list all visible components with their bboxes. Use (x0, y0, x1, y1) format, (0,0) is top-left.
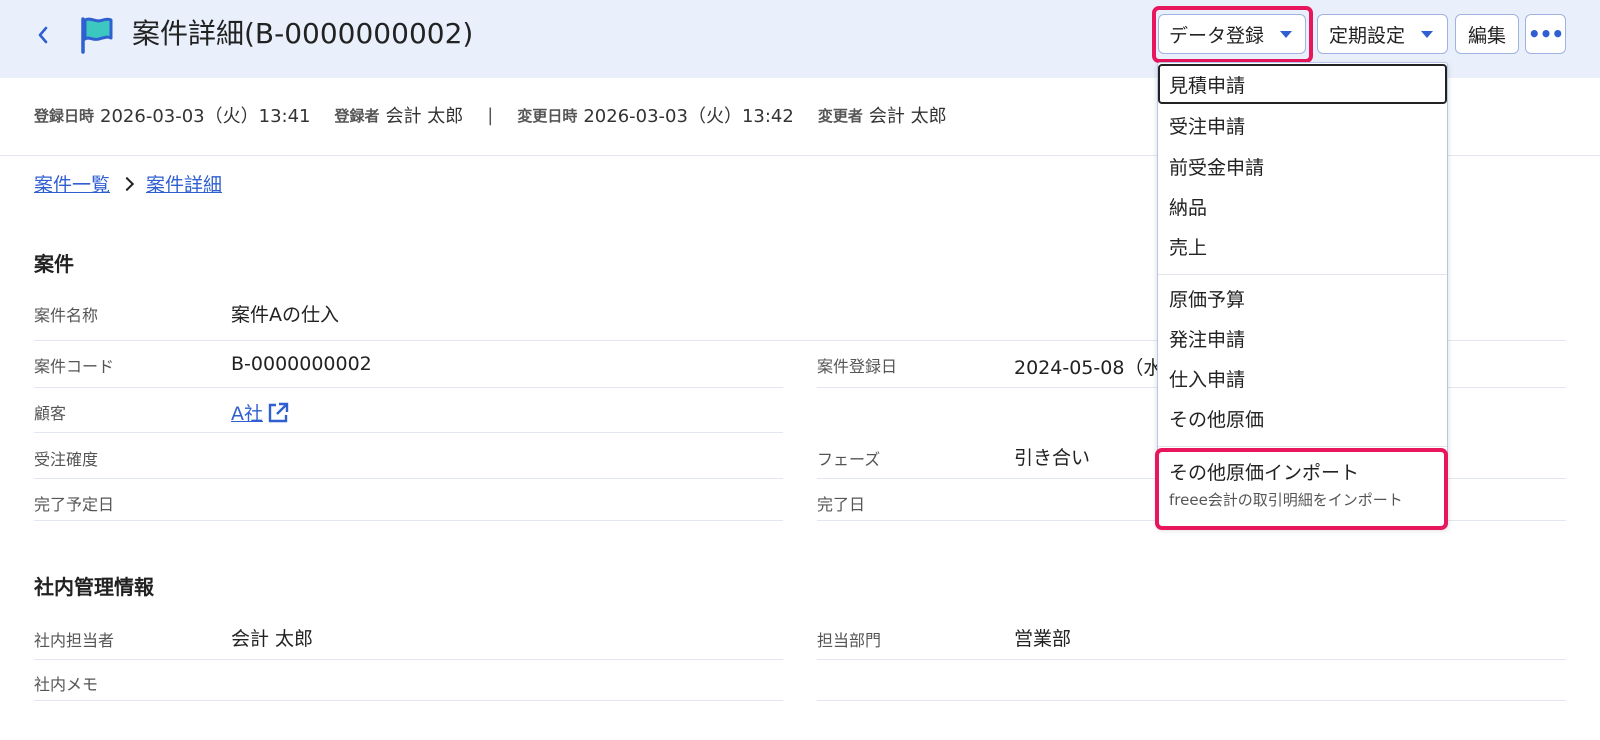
menu-item-purchase[interactable]: 仕入申請 (1169, 365, 1245, 392)
menu-divider (1158, 446, 1447, 447)
registered-label: 登録日時 (34, 106, 95, 125)
menu-item-estimate[interactable]: 見積申請 (1169, 71, 1245, 98)
breadcrumb: 案件一覧 案件詳細 (34, 170, 222, 197)
row-divider (34, 432, 783, 433)
more-button[interactable]: ••• (1525, 14, 1566, 54)
flag-icon (81, 17, 113, 54)
internal-owner-label: 社内担当者 (34, 631, 115, 650)
modifier-value: 会計 太郎 (868, 106, 947, 127)
breadcrumb-project-list[interactable]: 案件一覧 (34, 170, 110, 197)
row-divider (817, 659, 1566, 660)
menu-item-cost-budget[interactable]: 原価予算 (1169, 285, 1245, 312)
project-section-title: 案件 (34, 252, 74, 276)
data-register-menu: 見積申請 受注申請 前受金申請 納品 売上 原価予算 発注申請 仕入申請 その他… (1157, 62, 1448, 528)
phase-label: フェーズ (817, 450, 881, 469)
project-code-value: B-0000000002 (231, 353, 372, 375)
order-certainty-label: 受注確度 (34, 450, 99, 469)
customer-link[interactable]: A社 (231, 399, 290, 426)
department-value: 営業部 (1014, 628, 1072, 650)
back-button[interactable] (32, 20, 54, 50)
page-title: 案件詳細(B-0000000002) (132, 17, 474, 50)
menu-item-other-cost[interactable]: その他原価 (1169, 405, 1264, 432)
menu-item-import-description: freee会計の取引明細をインポート (1169, 491, 1403, 509)
chevron-right-icon (119, 176, 135, 191)
record-meta: 登録日時 2026-03-03（火）13:41 登録者 会計 太郎 | 変更日時… (34, 102, 971, 128)
data-register-button[interactable]: データ登録 (1158, 14, 1306, 54)
caret-down-icon (1280, 30, 1293, 38)
internal-memo-label: 社内メモ (34, 675, 99, 694)
phase-value: 引き合い (1014, 447, 1091, 469)
caret-down-icon (1421, 30, 1434, 38)
menu-item-purchase-order[interactable]: 発注申請 (1169, 325, 1245, 352)
modified-value: 2026-03-03（火）13:42 (583, 106, 794, 127)
modifier-label: 変更者 (817, 106, 863, 125)
breadcrumb-project-detail[interactable]: 案件詳細 (146, 170, 222, 197)
internal-section-title: 社内管理情報 (34, 575, 154, 599)
chevron-left-icon (38, 26, 48, 44)
data-register-label: データ登録 (1169, 24, 1265, 47)
department-label: 担当部門 (817, 631, 882, 650)
registrant-label: 登録者 (334, 106, 380, 125)
row-divider (34, 700, 783, 701)
completion-date-label: 完了日 (817, 495, 866, 514)
customer-value: A社 (231, 403, 263, 425)
menu-item-sales[interactable]: 売上 (1169, 233, 1207, 260)
meta-separator: | (487, 104, 494, 126)
edit-label: 編集 (1467, 24, 1506, 47)
row-divider (817, 700, 1566, 701)
project-code-label: 案件コード (34, 357, 115, 376)
external-link-icon (268, 402, 289, 422)
project-name-label: 案件名称 (34, 306, 99, 325)
internal-owner-value: 会計 太郎 (231, 628, 314, 650)
edit-button[interactable]: 編集 (1455, 14, 1519, 54)
row-divider (34, 387, 783, 388)
customer-label: 顧客 (34, 404, 67, 423)
periodic-settings-label: 定期設定 (1329, 24, 1406, 47)
row-divider (34, 520, 783, 521)
menu-divider (1158, 274, 1447, 275)
menu-item-order[interactable]: 受注申請 (1169, 112, 1245, 139)
modified-label: 変更日時 (517, 106, 578, 125)
planned-completion-label: 完了予定日 (34, 495, 115, 514)
periodic-settings-button[interactable]: 定期設定 (1317, 14, 1448, 54)
project-reg-date-value: 2024-05-08（水 (1014, 357, 1163, 379)
menu-item-delivery[interactable]: 納品 (1169, 193, 1207, 220)
more-icon: ••• (1527, 22, 1564, 46)
registrant-value: 会計 太郎 (385, 106, 464, 127)
menu-item-advance[interactable]: 前受金申請 (1169, 153, 1264, 180)
row-divider (34, 478, 783, 479)
row-divider (34, 659, 783, 660)
project-name-value: 案件Aの仕入 (231, 304, 339, 326)
menu-item-other-cost-import[interactable]: その他原価インポート (1169, 458, 1359, 485)
registered-value: 2026-03-03（火）13:41 (100, 106, 311, 127)
project-reg-date-label: 案件登録日 (817, 357, 898, 376)
